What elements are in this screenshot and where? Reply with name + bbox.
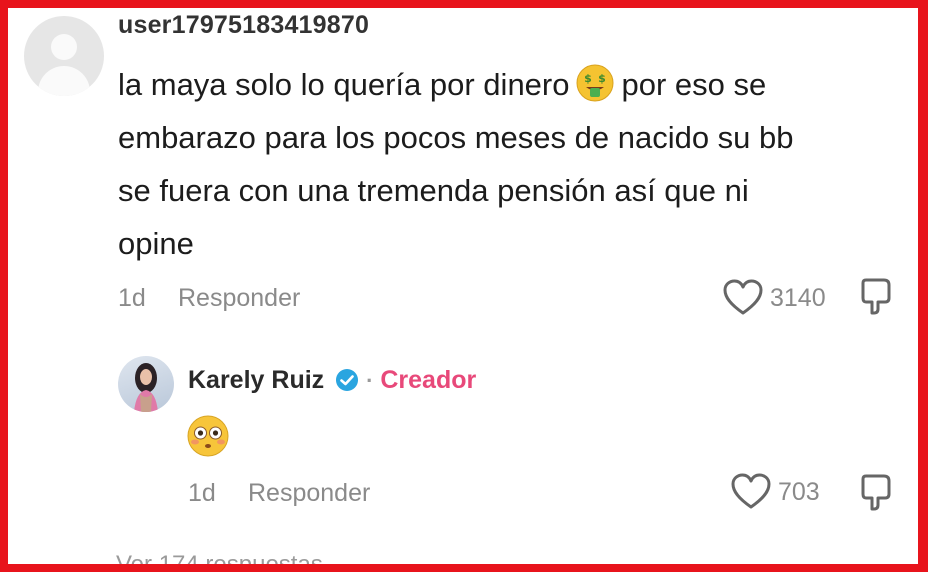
- creator-label: Creador: [380, 366, 477, 394]
- avatar-body-shape: [38, 66, 90, 96]
- creator-name-row: Karely Ruiz · Creador: [188, 366, 476, 395]
- comment-username[interactable]: user17975183419870: [118, 11, 369, 40]
- view-more-replies-link[interactable]: Ver 174 respuestas: [116, 551, 323, 564]
- money-mouth-face-emoji: $ $: [576, 64, 614, 102]
- heart-icon[interactable]: [730, 472, 772, 512]
- flushed-face-emoji: [187, 415, 229, 457]
- comment-text-part: la maya solo lo quería por dinero: [118, 67, 570, 102]
- screenshot-frame: user17975183419870 la maya solo lo querí…: [0, 0, 928, 572]
- comment-timestamp: 1d: [118, 284, 146, 312]
- separator-dot: ·: [366, 368, 374, 393]
- svg-text:$: $: [585, 72, 593, 85]
- user-avatar[interactable]: [24, 16, 104, 96]
- svg-text:$: $: [599, 72, 607, 85]
- comment-text-part: por eso se: [621, 67, 767, 102]
- creator-avatar[interactable]: [118, 356, 174, 412]
- comment-line-1: la maya solo lo quería por dinero $ $ po…: [118, 58, 898, 111]
- reply-like-count: 703: [778, 478, 820, 506]
- comment-line-2: embarazo para los pocos meses de nacido …: [118, 120, 794, 155]
- dislike-icon[interactable]: [860, 276, 894, 316]
- verified-badge-icon: [336, 369, 359, 391]
- comment-line-3: se fuera con una tremenda pensión así qu…: [118, 173, 749, 208]
- comment-like-count: 3140: [770, 284, 826, 312]
- reply-timestamp: 1d: [188, 479, 216, 507]
- avatar-head-shape: [51, 34, 77, 60]
- creator-photo: [134, 363, 158, 412]
- heart-icon[interactable]: [722, 278, 764, 318]
- comment-text: la maya solo lo quería por dinero $ $ po…: [118, 58, 898, 270]
- creator-name[interactable]: Karely Ruiz: [188, 366, 324, 394]
- comment-reply-button[interactable]: Responder: [178, 284, 300, 313]
- dislike-icon[interactable]: [860, 472, 894, 512]
- reply-reply-button[interactable]: Responder: [248, 479, 370, 508]
- comment-line-4: opine: [118, 226, 194, 261]
